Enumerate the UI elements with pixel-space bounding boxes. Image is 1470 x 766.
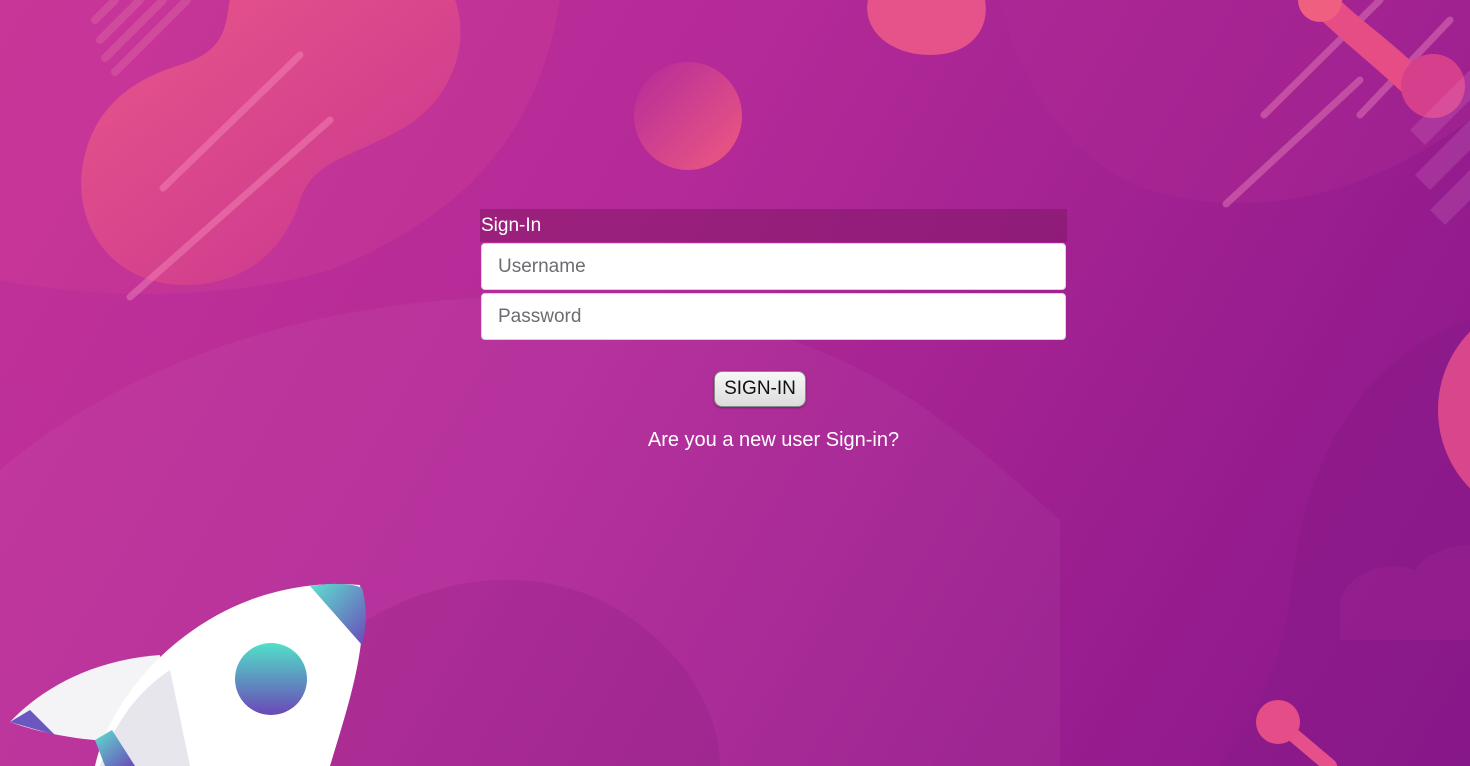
bg-wave-right xyxy=(1220,320,1470,766)
button-row: SIGN-IN xyxy=(480,371,1067,407)
signin-panel-title: Sign-In xyxy=(480,209,1067,242)
password-input[interactable] xyxy=(481,293,1066,340)
signin-button[interactable]: SIGN-IN xyxy=(714,371,806,407)
top-blob xyxy=(867,0,986,55)
new-user-prompt: Are you a new user Sign-in? xyxy=(480,429,1067,452)
signin-panel: Sign-In SIGN-IN Are you a new user Sign-… xyxy=(480,209,1067,452)
new-user-signup-link[interactable]: Are you a new user Sign-in? xyxy=(648,429,899,451)
username-input[interactable] xyxy=(481,243,1066,290)
bg-wave-top-right xyxy=(1000,0,1470,204)
pink-ball xyxy=(634,62,742,170)
rocket-porthole xyxy=(235,643,307,715)
